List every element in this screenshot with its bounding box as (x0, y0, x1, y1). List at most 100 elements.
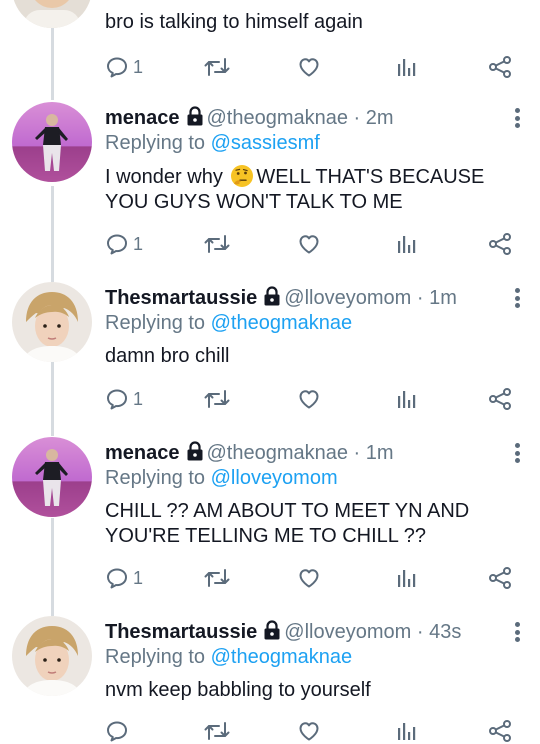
share-button[interactable] (487, 565, 513, 591)
tweet-header: Thesmartaussie @lloveyomom · 1m (105, 286, 457, 310)
thread-line (51, 518, 54, 616)
heart-icon (299, 390, 319, 409)
replying-to-line: Replying to @theogmaknae (105, 645, 352, 669)
stats-icon (398, 236, 416, 253)
tweet-header: Thesmartaussie @lloveyomom · 43s (105, 620, 461, 644)
display-name[interactable]: menace (105, 107, 180, 129)
lock-icon (264, 286, 280, 306)
handle-and-time: @theogmaknae · 1m (206, 442, 394, 464)
tweet-text: damn bro chill (105, 345, 230, 367)
heart-icon (299, 722, 319, 741)
like-button[interactable] (297, 565, 321, 591)
more-options-button[interactable] (512, 442, 522, 464)
replying-to-prefix: Replying to (105, 312, 206, 334)
reply-button[interactable]: 1 (105, 386, 143, 412)
tweet-header: menace @theogmaknae · 1m (105, 441, 394, 465)
mention-link[interactable]: @theogmaknae (211, 646, 353, 668)
tweet-actions: 1 (105, 231, 515, 257)
mention-link[interactable]: @lloveyomom (211, 467, 338, 489)
retweet-icon (204, 58, 230, 76)
thread-line (51, 186, 54, 282)
tweet-text: CHILL ?? AM ABOUT TO MEET YN AND YOU'RE … (105, 500, 470, 547)
replying-to-prefix: Replying to (105, 132, 206, 154)
reply-count: 1 (133, 567, 144, 588)
avatar[interactable] (12, 282, 92, 362)
reply-count: 1 (133, 233, 144, 254)
stats-icon (398, 391, 416, 408)
more-options-button[interactable] (512, 107, 522, 129)
handle-and-time: @theogmaknae · 2m (206, 107, 394, 129)
reply-button[interactable] (105, 718, 133, 744)
more-options-button[interactable] (512, 621, 522, 643)
replying-to-prefix: Replying to (105, 646, 206, 668)
replying-to-prefix: Replying to (105, 467, 206, 489)
thread-line (51, 362, 54, 436)
tweet-text: nvm keep babbling to yourself (105, 679, 371, 701)
reply-icon (107, 568, 127, 589)
tweet-actions (105, 718, 515, 744)
share-button[interactable] (487, 54, 513, 80)
reply-count: 1 (133, 388, 144, 409)
handle-and-time: @lloveyomom · 1m (284, 287, 457, 309)
stats-button[interactable] (395, 386, 419, 412)
stats-icon (398, 570, 416, 587)
lock-icon (187, 106, 202, 126)
thinking-face-icon (231, 165, 254, 187)
replying-to-line: Replying to @sassiesmf (105, 131, 320, 155)
retweet-button[interactable] (203, 565, 231, 591)
stats-icon (398, 723, 416, 740)
tweet-text-part: I wonder why (105, 166, 223, 188)
heart-icon (299, 569, 319, 588)
share-button[interactable] (487, 386, 513, 412)
share-icon (489, 720, 511, 742)
retweet-icon (204, 722, 230, 740)
tweet-actions: 1 (105, 54, 515, 80)
share-icon (489, 233, 511, 255)
mention-link[interactable]: @sassiesmf (211, 132, 320, 154)
heart-icon (299, 235, 319, 254)
lock-icon (187, 441, 202, 461)
avatar[interactable] (12, 102, 92, 182)
mention-link[interactable]: @theogmaknae (211, 312, 353, 334)
reply-button[interactable]: 1 (105, 565, 143, 591)
retweet-icon (204, 235, 230, 253)
stats-button[interactable] (395, 565, 419, 591)
stats-button[interactable] (395, 54, 419, 80)
lock-icon (264, 620, 280, 640)
tweet-actions: 1 (105, 386, 515, 412)
reply-button[interactable]: 1 (105, 231, 143, 257)
share-icon (489, 388, 511, 410)
like-button[interactable] (297, 386, 321, 412)
like-button[interactable] (297, 54, 321, 80)
replying-to-line: Replying to @lloveyomom (105, 466, 338, 490)
tweet-header: menace @theogmaknae · 2m (105, 106, 394, 130)
more-options-button[interactable] (512, 287, 522, 309)
avatar[interactable] (12, 437, 92, 517)
replying-to-line: Replying to @theogmaknae (105, 311, 352, 335)
retweet-button[interactable] (203, 54, 231, 80)
reply-button[interactable]: 1 (105, 54, 143, 80)
share-button[interactable] (487, 718, 513, 744)
stats-button[interactable] (395, 718, 419, 744)
avatar[interactable] (12, 0, 92, 28)
retweet-button[interactable] (203, 386, 231, 412)
retweet-icon (204, 569, 230, 587)
retweet-button[interactable] (203, 231, 231, 257)
share-button[interactable] (487, 231, 513, 257)
display-name[interactable]: menace (105, 442, 180, 464)
display-name[interactable]: Thesmartaussie (105, 287, 257, 309)
stats-icon (398, 59, 416, 76)
like-button[interactable] (297, 231, 321, 257)
display-name[interactable]: Thesmartaussie (105, 621, 257, 643)
retweet-button[interactable] (203, 718, 231, 744)
handle-and-time: @lloveyomom · 43s (284, 621, 462, 643)
avatar[interactable] (12, 616, 92, 696)
stats-button[interactable] (395, 231, 419, 257)
like-button[interactable] (297, 718, 321, 744)
reply-icon (107, 389, 127, 410)
reply-icon (107, 721, 127, 742)
reply-count: 1 (133, 56, 144, 77)
share-icon (489, 56, 511, 78)
reply-icon (107, 57, 127, 78)
retweet-icon (204, 390, 230, 408)
